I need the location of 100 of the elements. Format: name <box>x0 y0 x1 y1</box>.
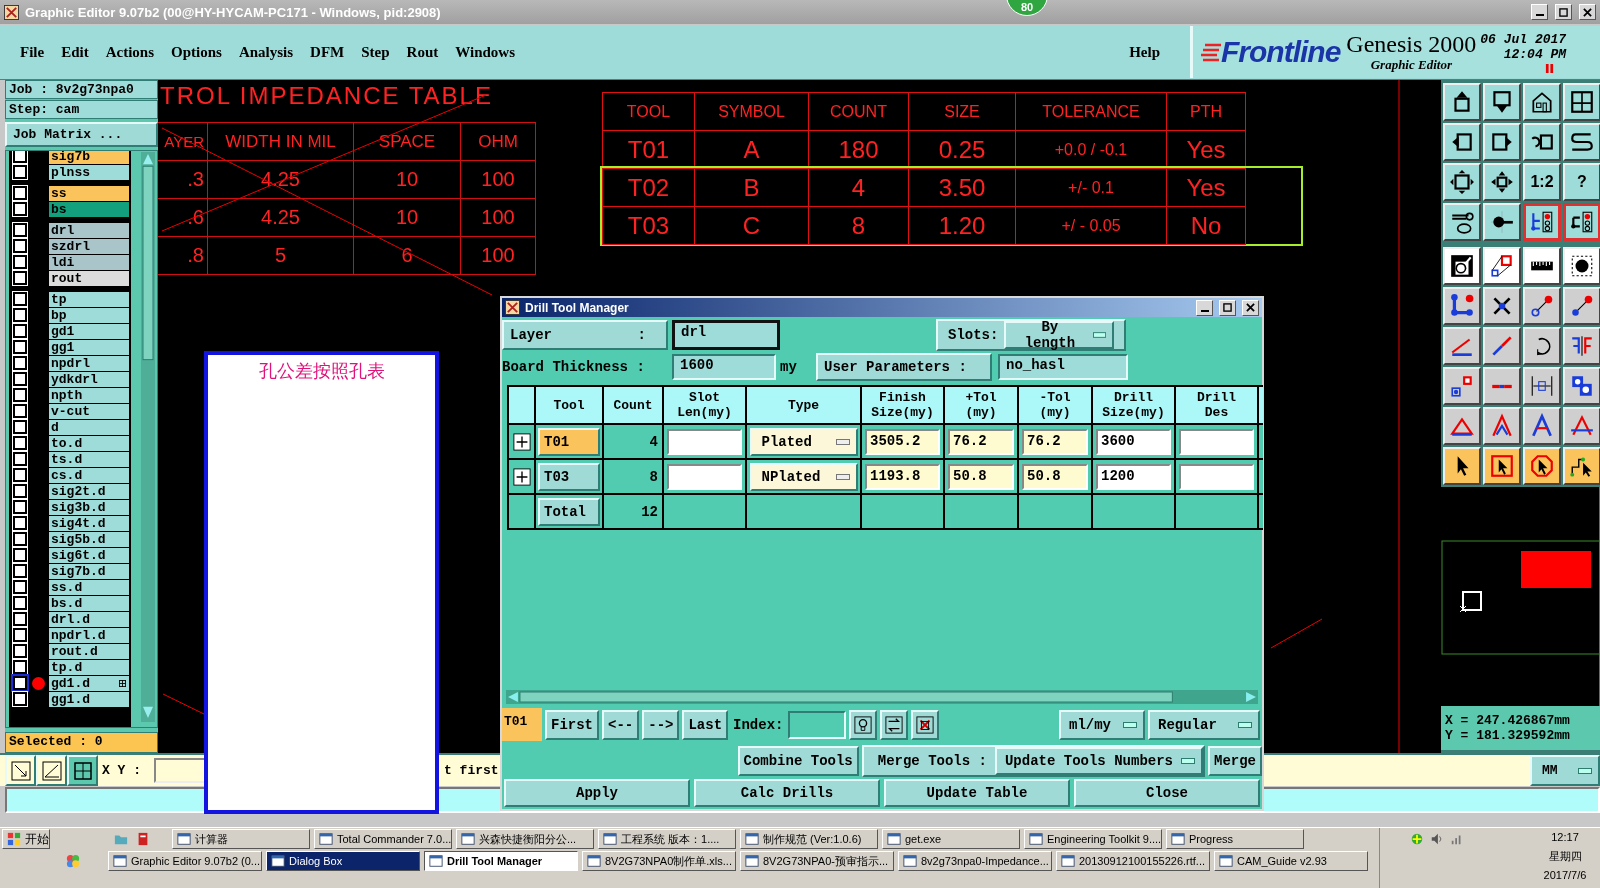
merge-button[interactable]: Merge <box>1208 746 1262 776</box>
slots-dropdown[interactable]: By length <box>1004 321 1115 349</box>
layer-item[interactable]: drl.d <box>49 611 129 627</box>
layer-checkbox[interactable] <box>13 532 27 546</box>
layer-item[interactable]: gg1.d <box>49 691 129 707</box>
maximize-button[interactable] <box>1219 299 1236 316</box>
layer-item[interactable]: cs.d <box>49 467 129 483</box>
layer-item[interactable]: bp <box>49 307 129 323</box>
layer-checkbox[interactable] <box>13 202 27 216</box>
close-button[interactable] <box>1242 299 1259 316</box>
layer-checkbox[interactable] <box>13 516 27 530</box>
layer-item[interactable]: npth <box>49 387 129 403</box>
combine-tools-button[interactable]: Combine Tools <box>737 746 859 776</box>
close-button[interactable] <box>1579 4 1596 20</box>
type-dropdown[interactable]: Plated <box>749 427 858 456</box>
layer-checkbox[interactable] <box>13 292 27 306</box>
type-dropdown[interactable]: NPlated <box>749 462 858 491</box>
input-field[interactable]: 3505.2 <box>865 428 940 455</box>
toolbar-button[interactable] <box>1523 203 1561 241</box>
maximize-button[interactable] <box>1555 4 1572 20</box>
tool-button[interactable]: T03 <box>538 462 600 491</box>
layer-checkbox[interactable] <box>13 564 27 578</box>
layer-item[interactable]: npdrl.d <box>49 627 129 643</box>
menu-item[interactable]: DFM <box>310 43 345 61</box>
taskbar-item[interactable]: Progress <box>1166 829 1304 849</box>
minimize-button[interactable] <box>1196 299 1213 316</box>
layer-checkbox[interactable] <box>13 580 27 594</box>
start-button[interactable]: 开始 <box>2 829 50 849</box>
layer-item[interactable]: d <box>49 419 129 435</box>
toolbar-button[interactable]: ? <box>1563 163 1600 201</box>
layer-checkbox[interactable] <box>13 239 27 253</box>
navigation-button[interactable]: Last <box>682 709 729 740</box>
taskbar-item[interactable]: Dialog Box <box>266 851 420 871</box>
taskbar-item[interactable]: CAM_Guide v2.93 <box>1214 851 1368 871</box>
layer-checkbox[interactable] <box>13 165 27 179</box>
icon-button[interactable] <box>849 709 878 740</box>
tool-button[interactable]: T01 <box>538 427 600 456</box>
toolbar-button[interactable]: 1:2 <box>1523 163 1561 201</box>
thickness-field[interactable]: 1600 <box>672 354 776 380</box>
network-icon[interactable] <box>1410 832 1424 846</box>
layer-checkbox[interactable] <box>13 468 27 482</box>
layer-item[interactable]: sig2t.d <box>49 483 129 499</box>
layer-checkbox[interactable] <box>13 452 27 466</box>
layer-item[interactable]: sig5b.d <box>49 531 129 547</box>
action-button[interactable]: Calc Drills <box>694 779 880 807</box>
input-field[interactable]: 76.2 <box>1022 428 1088 455</box>
menu-item[interactable]: Edit <box>61 43 89 61</box>
icon-button[interactable] <box>880 709 909 740</box>
user-parameters-button[interactable]: User Parameters : <box>816 353 992 381</box>
layer-item[interactable]: ss.d <box>49 579 129 595</box>
input-field[interactable]: 50.8 <box>1022 463 1088 490</box>
layer-item[interactable]: ss <box>49 185 129 201</box>
layer-item[interactable]: gd1 <box>49 323 129 339</box>
input-field[interactable] <box>667 428 742 455</box>
merge-mode-dropdown[interactable]: Update Tools Numbers <box>994 747 1203 775</box>
taskbar-item[interactable]: 20130912100155226.rtf... <box>1056 851 1210 871</box>
menu-item[interactable]: File <box>20 43 45 61</box>
layer-checkbox[interactable] <box>13 500 27 514</box>
input-field[interactable]: 50.8 <box>948 463 1014 490</box>
layer-checkbox[interactable] <box>13 223 27 237</box>
scrollbar[interactable] <box>506 690 1258 704</box>
total-button[interactable]: Total <box>538 497 600 526</box>
menu-item[interactable]: Options <box>171 43 222 61</box>
layer-item[interactable]: rout <box>49 270 129 286</box>
layer-checkbox[interactable] <box>13 596 27 610</box>
layer-checkbox[interactable] <box>13 151 27 163</box>
layer-checkbox[interactable] <box>13 356 27 370</box>
document-icon[interactable] <box>136 832 150 846</box>
navigation-button[interactable]: First <box>545 709 599 740</box>
minimize-button[interactable] <box>1531 4 1548 20</box>
taskbar-item[interactable]: 兴森快捷衡阳分公... <box>456 829 594 849</box>
taskbar-item[interactable]: 8V2G73NPA0-预审指示... <box>740 851 894 871</box>
layer-item[interactable]: tp.d <box>49 659 129 675</box>
action-button[interactable]: Apply <box>504 779 690 807</box>
layer-item[interactable]: sig4t.d <box>49 515 129 531</box>
units-dropdown[interactable]: MM <box>1530 755 1600 786</box>
layer-checkbox[interactable] <box>13 186 27 200</box>
taskbar-item[interactable]: 制作规范 (Ver:1.0.6) <box>740 829 878 849</box>
layer-item[interactable]: gd1.d <box>49 675 129 691</box>
layer-checkbox[interactable] <box>13 340 27 354</box>
taskbar-item[interactable]: 计算器 <box>172 829 310 849</box>
layer-checkbox[interactable] <box>13 372 27 386</box>
layer-item[interactable]: to.d <box>49 435 129 451</box>
menu-item[interactable]: Step <box>361 43 390 61</box>
mode-dropdown[interactable]: Regular <box>1148 709 1260 740</box>
input-field[interactable]: 1200 <box>1096 463 1171 490</box>
input-field[interactable] <box>667 463 742 490</box>
layer-item[interactable]: v-cut <box>49 403 129 419</box>
expand-icon[interactable] <box>512 467 531 486</box>
navigation-button[interactable]: --> <box>642 709 680 740</box>
layer-checkbox[interactable] <box>13 628 27 642</box>
input-field[interactable] <box>1179 463 1254 490</box>
layer-item[interactable]: plnss <box>49 164 129 180</box>
layer-checkbox[interactable] <box>13 644 27 658</box>
layer-checkbox[interactable] <box>13 271 27 285</box>
layer-item[interactable]: bs.d <box>49 595 129 611</box>
layer-item[interactable]: tp <box>49 291 129 307</box>
layer-item[interactable]: sig6t.d <box>49 547 129 563</box>
job-matrix-button[interactable]: Job Matrix ... <box>5 122 158 147</box>
layer-item[interactable]: rout.d <box>49 643 129 659</box>
